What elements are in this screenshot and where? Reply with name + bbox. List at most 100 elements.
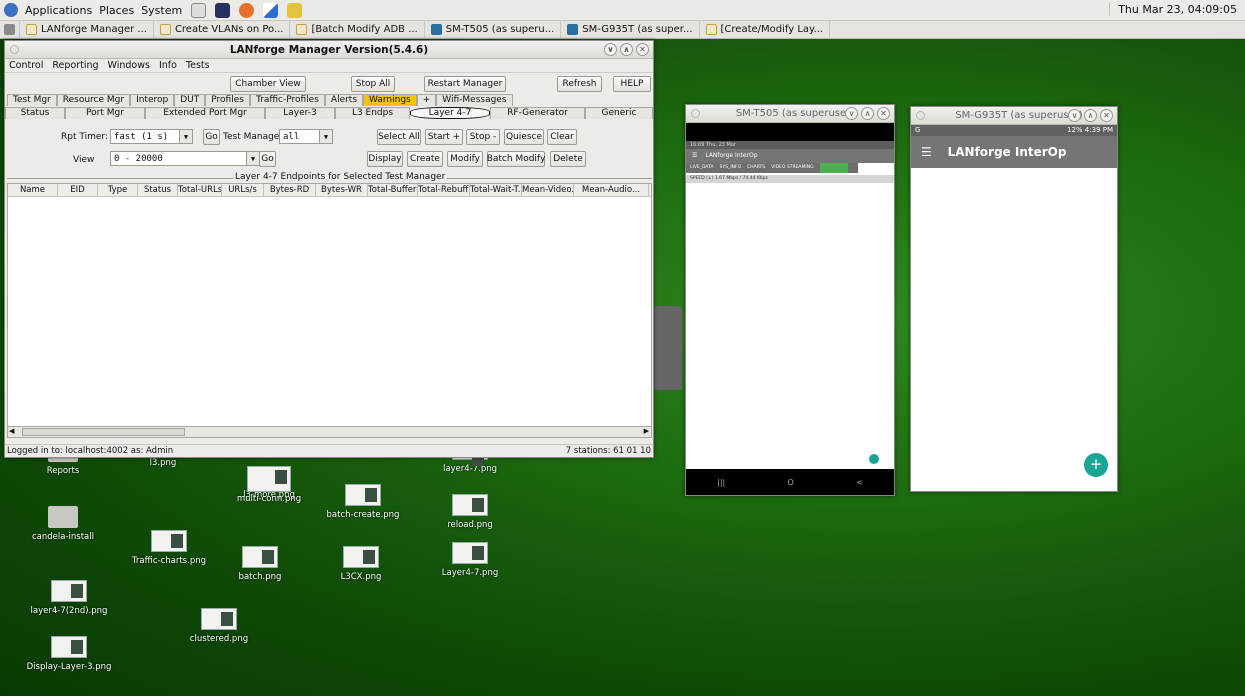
applications-menu[interactable]: Applications [25, 4, 92, 17]
column-status[interactable]: Status [138, 184, 178, 196]
menu-windows[interactable]: Windows [108, 60, 150, 71]
desktop-icon-layer4-7-2nd[interactable]: layer4-7(2nd).png [24, 580, 114, 616]
help-button[interactable]: HELP [613, 76, 651, 92]
home-nav-icon[interactable]: O [788, 478, 794, 487]
tab-generic[interactable]: Generic [585, 107, 653, 119]
task-sm-g935t[interactable]: SM-G935T (as super... [561, 21, 700, 38]
scroll-left-icon[interactable]: ◀ [9, 427, 14, 435]
test-manager-select[interactable]: all ▼ [279, 129, 333, 144]
column-name[interactable]: Name [8, 184, 58, 196]
tab-traffic-profiles[interactable]: Traffic-Profiles [249, 94, 325, 106]
stop-button[interactable]: Stop - [466, 129, 500, 145]
column-mean-audio[interactable]: Mean-Audio... [574, 184, 649, 196]
column-bytes-wr[interactable]: Bytes-WR [316, 184, 368, 196]
tab-live-data[interactable]: LIVE_DATA [690, 163, 714, 173]
phone-screen[interactable]: 16:09 Thu, 23 Mar ☰ LANforge InterOp LIV… [686, 123, 894, 495]
desktop-icon-display-layer-3[interactable]: Display-Layer-3.png [24, 636, 114, 672]
tab-layer-3[interactable]: Layer-3 [265, 107, 335, 119]
window-menu-icon[interactable] [916, 111, 925, 120]
tab-status[interactable]: Status [5, 107, 65, 119]
tab-video-streaming[interactable]: VIDEO STREAMING [771, 163, 813, 173]
desktop-icon-layer4-7-caps[interactable]: Layer4-7.png [425, 542, 515, 578]
create-button[interactable]: Create [407, 151, 443, 167]
window-titlebar[interactable]: SM-G935T (as superuser) ∨ ∧ ✕ [911, 107, 1117, 125]
tab-wifi-messages[interactable]: Wifi-Messages [436, 94, 513, 106]
menu-reporting[interactable]: Reporting [52, 60, 98, 71]
scrollbar-thumb[interactable] [22, 428, 185, 436]
terminal-launcher-icon[interactable] [191, 2, 207, 18]
tab-alerts[interactable]: Alerts [324, 94, 364, 106]
tab-dut[interactable]: DUT [174, 94, 206, 106]
desktop-icon-multi-conn[interactable]: multi-conn.png [224, 484, 314, 504]
chamber-view-button[interactable]: Chamber View [230, 76, 306, 92]
clock[interactable]: Thu Mar 23, 04:09:05 [1109, 3, 1237, 16]
column-urls-per-sec[interactable]: URLs/s [222, 184, 264, 196]
desktop-icon-clustered[interactable]: clustered.png [174, 608, 264, 644]
hamburger-menu-icon[interactable]: ☰ [692, 152, 697, 159]
close-icon[interactable]: ✕ [1100, 109, 1113, 122]
desktop-icon-reload[interactable]: reload.png [425, 494, 515, 530]
notes-launcher-icon[interactable] [287, 2, 303, 18]
batch-modify-button[interactable]: Batch Modify [487, 151, 545, 167]
tab-rf-generator[interactable]: RF-Generator [490, 107, 585, 119]
close-icon[interactable]: ✕ [877, 107, 890, 120]
desktop-icon-candela-install[interactable]: candela-install [18, 506, 108, 542]
maximize-icon[interactable]: ∧ [861, 107, 874, 120]
system-menu[interactable]: System [141, 4, 182, 17]
minimize-icon[interactable]: ∨ [604, 43, 617, 56]
tab-charts[interactable]: CHARTS [747, 163, 765, 173]
menu-tests[interactable]: Tests [186, 60, 210, 71]
tab-resource-mgr[interactable]: Resource Mgr [56, 94, 131, 106]
desktop-icon-batch[interactable]: batch.png [215, 546, 305, 582]
tab-port-mgr[interactable]: Port Mgr [65, 107, 145, 119]
desktop-icon-traffic-charts[interactable]: Traffic-charts.png [124, 530, 214, 566]
view-select[interactable]: 0 - 20000 ▼ [110, 151, 260, 166]
maximize-icon[interactable]: ∧ [1084, 109, 1097, 122]
task-batch-modify[interactable]: [Batch Modify ADB ... [290, 21, 425, 38]
refresh-button[interactable]: Refresh [557, 76, 602, 92]
rpt-timer-go-button[interactable]: Go [203, 129, 220, 145]
display-button[interactable]: Display [367, 151, 403, 167]
modify-button[interactable]: Modify [447, 151, 483, 167]
tab-layer-4-7[interactable]: Layer 4-7 [410, 107, 490, 119]
desktop-icon-batch-create[interactable]: batch-create.png [318, 484, 408, 520]
hamburger-menu-icon[interactable]: ☰ [921, 145, 932, 159]
stop-all-button[interactable]: Stop All [351, 76, 395, 92]
places-menu[interactable]: Places [99, 4, 134, 17]
column-total-wait[interactable]: Total-Wait-T... [470, 184, 522, 196]
firefox-launcher-icon[interactable] [239, 2, 255, 18]
endpoints-table[interactable]: Name EID Type Status Total-URLs URLs/s B… [7, 183, 652, 427]
tab-sys-info[interactable]: SYS_INFO [720, 163, 742, 173]
task-create-vlans[interactable]: Create VLANs on Po... [154, 21, 291, 38]
desktop-icon-l3cx[interactable]: L3CX.png [316, 546, 406, 582]
window-menu-icon[interactable] [10, 45, 19, 54]
phone-screen[interactable]: G 12% 4:39 PM ☰ LANforge InterOp + [911, 125, 1117, 491]
minimize-icon[interactable]: ∨ [1068, 109, 1081, 122]
tab-extended-port-mgr[interactable]: Extended Port Mgr [145, 107, 265, 119]
tab-interop[interactable]: Interop [130, 94, 175, 106]
column-eid[interactable]: EID [58, 184, 98, 196]
column-total-buffers[interactable]: Total-Buffers [368, 184, 418, 196]
delete-button[interactable]: Delete [550, 151, 586, 167]
restart-manager-button[interactable]: Restart Manager [424, 76, 506, 92]
column-bytes-rd[interactable]: Bytes-RD [264, 184, 316, 196]
tab-warnings[interactable]: Warnings [363, 94, 417, 106]
applications-icon[interactable] [4, 3, 18, 17]
recents-nav-icon[interactable]: ||| [717, 478, 725, 487]
horizontal-scrollbar[interactable]: ◀ ▶ [7, 426, 652, 438]
minimize-icon[interactable]: ∨ [845, 107, 858, 120]
close-icon[interactable]: ✕ [636, 43, 649, 56]
select-all-button[interactable]: Select All [377, 129, 421, 145]
maximize-icon[interactable]: ∧ [620, 43, 633, 56]
monitor-launcher-icon[interactable] [215, 2, 231, 18]
tab-test-mgr[interactable]: Test Mgr [7, 94, 57, 106]
window-titlebar[interactable]: SM-T505 (as superuser) ∨ ∧ ✕ [686, 105, 894, 123]
fab-button[interactable]: + [1084, 453, 1108, 477]
tab-plus[interactable]: + [416, 94, 437, 106]
task-create-modify-layer[interactable]: [Create/Modify Lay... [700, 21, 831, 38]
rpt-timer-select[interactable]: fast (1 s) ▼ [110, 129, 193, 144]
tab-profiles[interactable]: Profiles [205, 94, 250, 106]
column-total-rebuff[interactable]: Total-Rebuff... [418, 184, 470, 196]
window-titlebar[interactable]: LANforge Manager Version(5.4.6) ∨ ∧ ✕ [5, 41, 653, 59]
fab-button[interactable] [869, 454, 879, 464]
